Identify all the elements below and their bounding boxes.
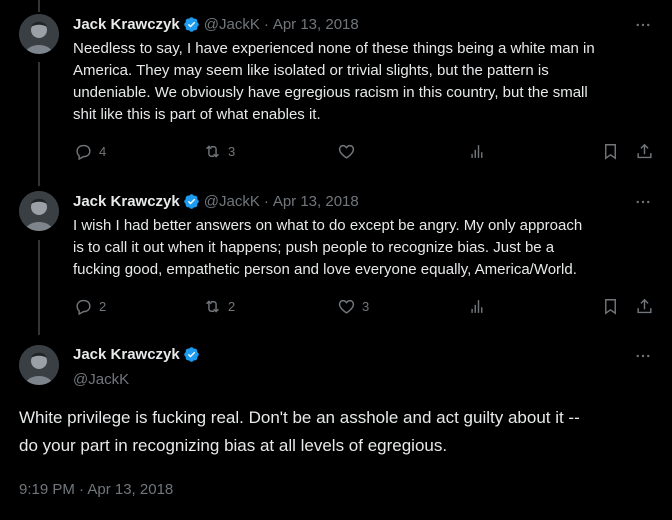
reply-count: 2 <box>99 298 107 314</box>
retweet-icon <box>203 142 222 161</box>
tweet-actions: 2 2 3 <box>66 295 656 317</box>
author-handle[interactable]: @JackK <box>204 193 260 210</box>
more-icon[interactable] <box>634 193 652 211</box>
more-icon[interactable] <box>634 347 652 365</box>
tweet-timestamp[interactable]: 9:19 PM · Apr 13, 2018 <box>19 481 173 498</box>
heart-icon <box>337 142 356 161</box>
author-name[interactable]: Jack Krawczyk <box>73 16 180 33</box>
like-button[interactable] <box>337 140 362 162</box>
like-count: 3 <box>362 298 370 314</box>
retweet-count: 3 <box>228 143 236 159</box>
bookmark-icon <box>601 297 620 316</box>
avatar[interactable] <box>19 345 59 385</box>
avatar[interactable] <box>19 191 59 231</box>
author-name[interactable]: Jack Krawczyk <box>73 346 180 363</box>
share-icon <box>635 142 654 161</box>
author-handle[interactable]: @JackK <box>73 371 129 388</box>
reply-button[interactable]: 4 <box>74 140 106 162</box>
tweet-date[interactable]: Apr 13, 2018 <box>273 193 359 210</box>
retweet-count: 2 <box>228 298 236 314</box>
reply-count: 4 <box>99 143 107 159</box>
tweet-1[interactable]: Jack Krawczyk @JackK · Apr 13, 2018 Need… <box>0 14 672 174</box>
reply-button[interactable]: 2 <box>74 295 106 317</box>
views-icon <box>469 297 488 316</box>
main-tweet: Jack Krawczyk @JackK White privilege is … <box>0 343 672 508</box>
separator: · <box>263 15 269 33</box>
views-button[interactable] <box>469 295 488 317</box>
tweet-text: I wish I had better answers on what to d… <box>73 217 583 278</box>
separator: · <box>263 192 269 210</box>
verified-badge-icon <box>183 16 200 33</box>
bookmark-icon <box>601 142 620 161</box>
more-icon[interactable] <box>634 16 652 34</box>
verified-badge-icon <box>183 193 200 210</box>
bookmark-button[interactable] <box>601 295 620 317</box>
author-handle[interactable]: @JackK <box>204 16 260 33</box>
reply-icon <box>74 297 93 316</box>
tweet-text: Needless to say, I have experienced none… <box>73 40 595 123</box>
bookmark-button[interactable] <box>601 140 620 162</box>
tweet-text: White privilege is fucking real. Don't b… <box>19 408 580 455</box>
author-name[interactable]: Jack Krawczyk <box>73 193 180 210</box>
views-icon <box>469 142 488 161</box>
like-button[interactable]: 3 <box>337 295 369 317</box>
heart-icon <box>337 297 356 316</box>
views-button[interactable] <box>469 140 488 162</box>
retweet-icon <box>203 297 222 316</box>
retweet-button[interactable]: 3 <box>203 140 235 162</box>
tweet-date[interactable]: Apr 13, 2018 <box>273 16 359 33</box>
retweet-button[interactable]: 2 <box>203 295 235 317</box>
tweet-actions: 4 3 <box>66 140 656 162</box>
share-button[interactable] <box>635 295 654 317</box>
thread-line <box>38 0 40 12</box>
share-button[interactable] <box>635 140 654 162</box>
avatar[interactable] <box>19 14 59 54</box>
verified-badge-icon <box>183 346 200 363</box>
share-icon <box>635 297 654 316</box>
reply-icon <box>74 142 93 161</box>
tweet-2[interactable]: Jack Krawczyk @JackK · Apr 13, 2018 I wi… <box>0 191 672 331</box>
